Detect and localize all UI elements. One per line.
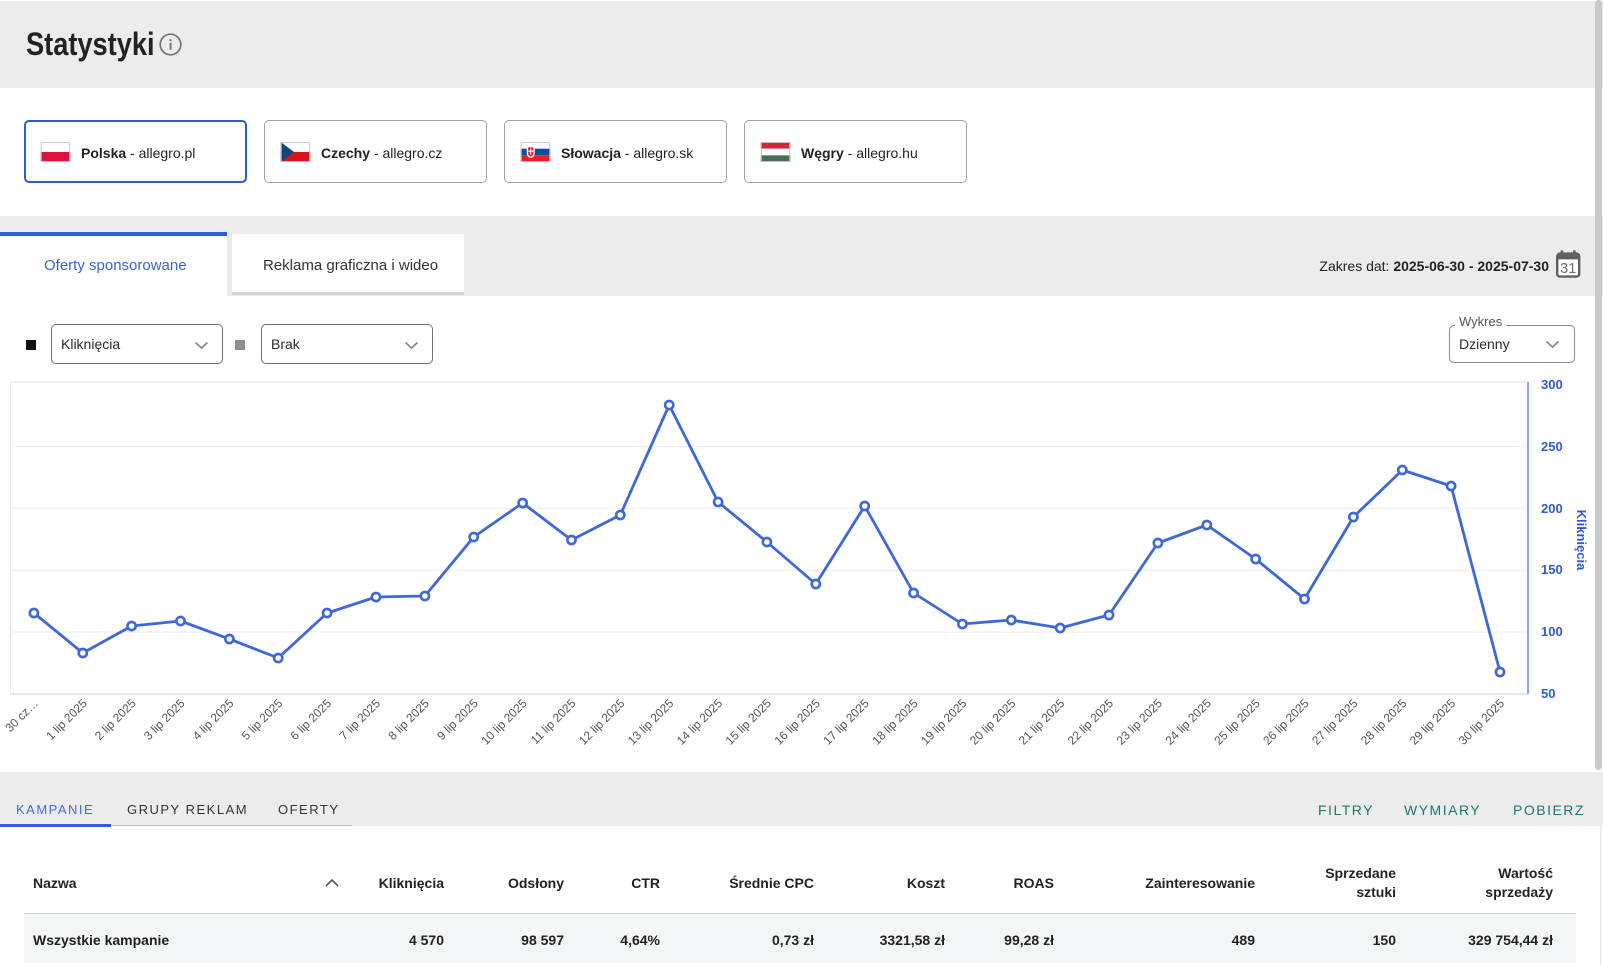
svg-text:25 lip 2025: 25 lip 2025	[1211, 696, 1263, 748]
svg-text:23 lip 2025: 23 lip 2025	[1114, 696, 1166, 748]
svg-text:20 lip 2025: 20 lip 2025	[967, 696, 1019, 748]
svg-text:27 lip 2025: 27 lip 2025	[1309, 696, 1361, 748]
svg-text:150: 150	[1541, 562, 1563, 577]
svg-text:10 lip 2025: 10 lip 2025	[478, 696, 530, 748]
svg-text:30 lip 2025: 30 lip 2025	[1456, 696, 1508, 748]
svg-text:8 lip 2025: 8 lip 2025	[385, 696, 432, 743]
svg-text:200: 200	[1541, 501, 1563, 516]
svg-text:17 lip 2025: 17 lip 2025	[820, 696, 872, 748]
svg-text:50: 50	[1541, 686, 1555, 701]
svg-text:15 lip 2025: 15 lip 2025	[723, 696, 775, 748]
svg-text:5 lip 2025: 5 lip 2025	[239, 696, 286, 743]
svg-text:28 lip 2025: 28 lip 2025	[1358, 696, 1410, 748]
svg-text:4 lip 2025: 4 lip 2025	[190, 696, 237, 743]
svg-text:21 lip 2025: 21 lip 2025	[1016, 696, 1068, 748]
svg-text:11 lip 2025: 11 lip 2025	[528, 696, 579, 747]
svg-text:18 lip 2025: 18 lip 2025	[869, 696, 921, 748]
svg-text:9 lip 2025: 9 lip 2025	[434, 696, 481, 743]
svg-text:6 lip 2025: 6 lip 2025	[288, 696, 335, 743]
svg-text:300: 300	[1541, 377, 1563, 392]
svg-text:30 cz…: 30 cz…	[2, 696, 41, 735]
svg-text:29 lip 2025: 29 lip 2025	[1407, 696, 1459, 748]
svg-text:100: 100	[1541, 624, 1563, 639]
svg-text:19 lip 2025: 19 lip 2025	[918, 696, 970, 748]
svg-text:7 lip 2025: 7 lip 2025	[336, 696, 383, 743]
svg-text:3 lip 2025: 3 lip 2025	[141, 696, 188, 743]
svg-text:26 lip 2025: 26 lip 2025	[1260, 696, 1312, 748]
svg-text:16 lip 2025: 16 lip 2025	[772, 696, 824, 748]
svg-text:1 lip 2025: 1 lip 2025	[43, 696, 90, 743]
svg-text:22 lip 2025: 22 lip 2025	[1065, 696, 1117, 748]
svg-text:31: 31	[1560, 261, 1576, 277]
svg-text:250: 250	[1541, 439, 1563, 454]
svg-text:Kliknięcia: Kliknięcia	[1574, 510, 1589, 571]
svg-text:2 lip 2025: 2 lip 2025	[92, 696, 139, 743]
svg-text:13 lip 2025: 13 lip 2025	[625, 696, 677, 748]
svg-text:14 lip 2025: 14 lip 2025	[674, 696, 726, 748]
svg-text:12 lip 2025: 12 lip 2025	[576, 696, 628, 748]
svg-text:24 lip 2025: 24 lip 2025	[1163, 696, 1215, 748]
